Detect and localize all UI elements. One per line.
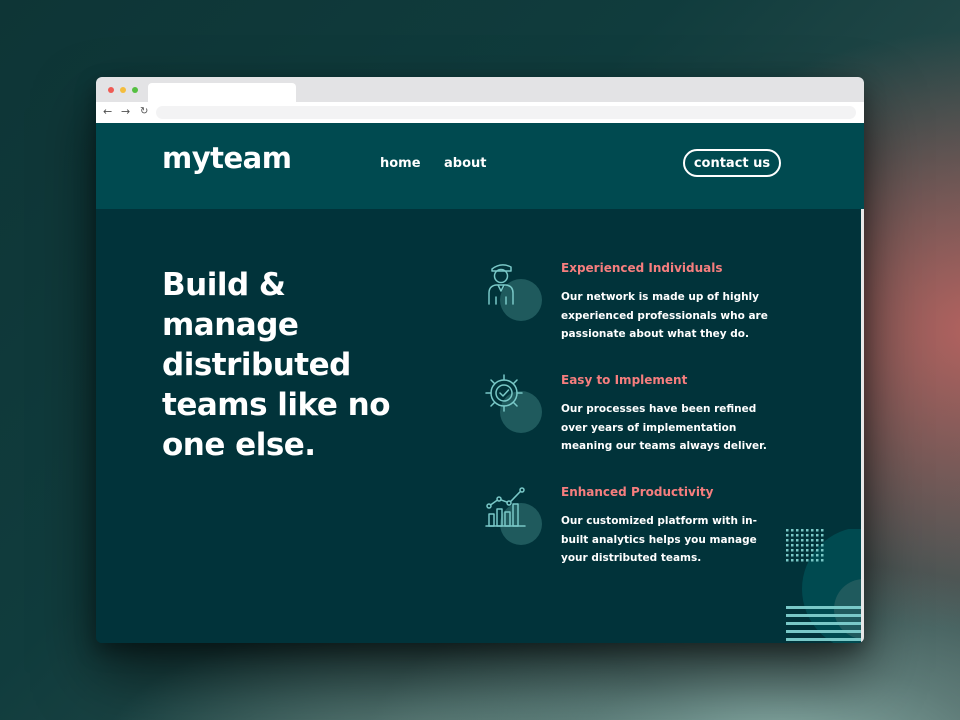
site-header: myteam home about contact us	[96, 123, 864, 209]
feature-description: Our customized platform with in-built an…	[561, 515, 758, 564]
nav-home-link[interactable]: home	[380, 156, 421, 171]
decorative-pattern	[786, 527, 864, 643]
hero-title: Build & manage distributed teams like no…	[162, 267, 391, 463]
gear-check-icon	[484, 373, 544, 433]
browser-tab-bar	[96, 77, 864, 102]
browser-tab[interactable]	[148, 83, 296, 102]
reload-icon[interactable]: ↻	[140, 104, 148, 120]
feature-title: Enhanced Productivity	[561, 485, 714, 499]
hero-section: Build & manage distributed teams like no…	[96, 209, 864, 643]
feature-title: Experienced Individuals	[561, 261, 723, 275]
scrollbar[interactable]	[861, 209, 864, 643]
minimize-window-button[interactable]	[120, 87, 126, 93]
forward-arrow-icon[interactable]: →	[121, 104, 130, 120]
address-bar[interactable]	[156, 106, 856, 119]
nav-about-link[interactable]: about	[444, 156, 486, 171]
feature-title: Easy to Implement	[561, 373, 688, 387]
browser-toolbar: ← → ↻	[96, 102, 864, 124]
person-icon	[484, 261, 544, 321]
contact-us-button[interactable]: contact us	[683, 149, 781, 177]
close-window-button[interactable]	[108, 87, 114, 93]
site-logo[interactable]: myteam	[162, 141, 292, 175]
feature-description: Our processes have been refined over yea…	[561, 403, 767, 452]
back-arrow-icon[interactable]: ←	[103, 104, 112, 120]
browser-window: ← → ↻ myteam home about contact us Build…	[96, 77, 864, 643]
maximize-window-button[interactable]	[132, 87, 138, 93]
chart-icon	[484, 485, 544, 545]
feature-description: Our network is made up of highly experie…	[561, 291, 768, 340]
